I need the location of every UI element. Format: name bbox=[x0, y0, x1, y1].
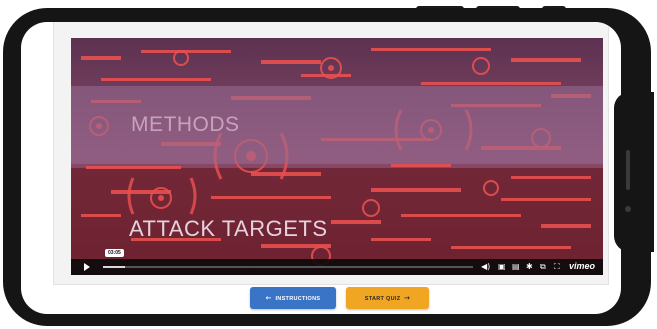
progress-fill bbox=[103, 266, 126, 268]
instructions-label: INSTRUCTIONS bbox=[275, 296, 321, 302]
speaker-slot bbox=[626, 150, 630, 190]
picture-in-picture-icon[interactable]: ⧉ bbox=[540, 262, 546, 272]
video-player[interactable]: METHODS ATTACK TARGETS ◀) ▣ ▤ ✱ ⧉ ⛶ vime… bbox=[71, 38, 603, 275]
start-quiz-button[interactable]: START QUIZ → bbox=[346, 287, 429, 309]
captions-icon[interactable]: ▣ bbox=[498, 262, 506, 272]
phone-screen: METHODS ATTACK TARGETS ◀) ▣ ▤ ✱ ⧉ ⛶ vime… bbox=[21, 22, 621, 314]
arrow-left-icon: ← bbox=[265, 294, 272, 302]
video-title-line-2: ATTACK TARGETS bbox=[129, 216, 328, 241]
speed-icon[interactable]: ▤ bbox=[512, 262, 520, 272]
vimeo-logo[interactable]: vimeo bbox=[569, 261, 595, 271]
device-frame: METHODS ATTACK TARGETS ◀) ▣ ▤ ✱ ⧉ ⛶ vime… bbox=[0, 0, 657, 329]
fullscreen-icon[interactable]: ⛶ bbox=[554, 262, 560, 272]
volume-icon[interactable]: ◀) bbox=[481, 262, 490, 272]
start-quiz-label: START QUIZ bbox=[364, 296, 401, 302]
play-icon[interactable] bbox=[84, 263, 90, 271]
settings-icon[interactable]: ✱ bbox=[526, 262, 533, 272]
instructions-button[interactable]: ← INSTRUCTIONS bbox=[250, 287, 336, 309]
player-controls: ◀) ▣ ▤ ✱ ⧉ ⛶ vimeo bbox=[71, 259, 603, 275]
camera-notch bbox=[614, 92, 654, 252]
timestamp-badge: 03:05 bbox=[105, 249, 124, 257]
phone-body: METHODS ATTACK TARGETS ◀) ▣ ▤ ✱ ⧉ ⛶ vime… bbox=[3, 8, 651, 326]
progress-bar[interactable] bbox=[103, 266, 473, 268]
arrow-right-icon: → bbox=[404, 294, 411, 302]
camera-dot bbox=[625, 206, 631, 212]
video-title-line-1: METHODS bbox=[131, 113, 240, 136]
